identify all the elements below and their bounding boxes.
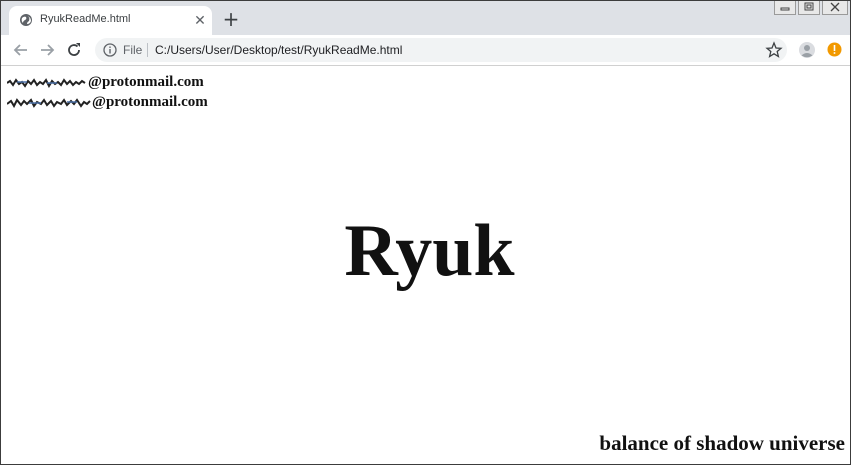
- url-separator: [147, 43, 148, 57]
- minimize-button[interactable]: [774, 1, 796, 15]
- close-window-button[interactable]: [822, 1, 848, 15]
- tab-strip: RyukReadMe.html ✕ +: [1, 1, 850, 35]
- footer-tagline: balance of shadow universe: [599, 431, 845, 455]
- redacted-username-1: [7, 77, 86, 88]
- page-title: Ryuk: [344, 210, 515, 292]
- email-domain-1: @protonmail.com: [88, 74, 204, 90]
- url-scheme-label: File: [123, 43, 143, 57]
- forward-arrow-icon[interactable]: [38, 41, 56, 59]
- close-tab-icon[interactable]: ✕: [192, 12, 208, 28]
- profile-avatar-icon[interactable]: [799, 42, 815, 58]
- contact-email-1: @protonmail.com: [7, 74, 204, 91]
- url-text[interactable]: C:/Users/User/Desktop/test/RyukReadMe.ht…: [155, 43, 402, 57]
- globe-icon: [20, 14, 32, 26]
- close-icon: [830, 2, 840, 12]
- redacted-username-2: [7, 97, 91, 108]
- tab-ryuk-readme[interactable]: RyukReadMe.html ✕: [9, 6, 212, 35]
- tab-title: RyukReadMe.html: [40, 13, 131, 25]
- info-icon[interactable]: [103, 43, 117, 57]
- reload-icon[interactable]: [65, 41, 83, 59]
- minimize-icon: [780, 7, 790, 11]
- browser-toolbar: File C:/Users/User/Desktop/test/RyukRead…: [1, 35, 850, 66]
- contact-email-2: @protonmail.com: [7, 94, 208, 111]
- page-content: @protonmail.com @protonmail.com Ryuk bal…: [1, 66, 850, 464]
- back-arrow-icon[interactable]: [12, 41, 30, 59]
- new-tab-button[interactable]: +: [222, 9, 240, 29]
- window-controls: [774, 1, 848, 15]
- email-domain-2: @protonmail.com: [92, 94, 208, 110]
- update-alert-icon[interactable]: [827, 42, 842, 57]
- address-bar[interactable]: File C:/Users/User/Desktop/test/RyukRead…: [95, 38, 787, 62]
- bookmark-star-icon[interactable]: [765, 41, 783, 59]
- restore-button[interactable]: [798, 1, 820, 15]
- restore-icon: [804, 2, 814, 11]
- browser-window: RyukReadMe.html ✕ + File C:/Users/User/D…: [0, 0, 851, 465]
